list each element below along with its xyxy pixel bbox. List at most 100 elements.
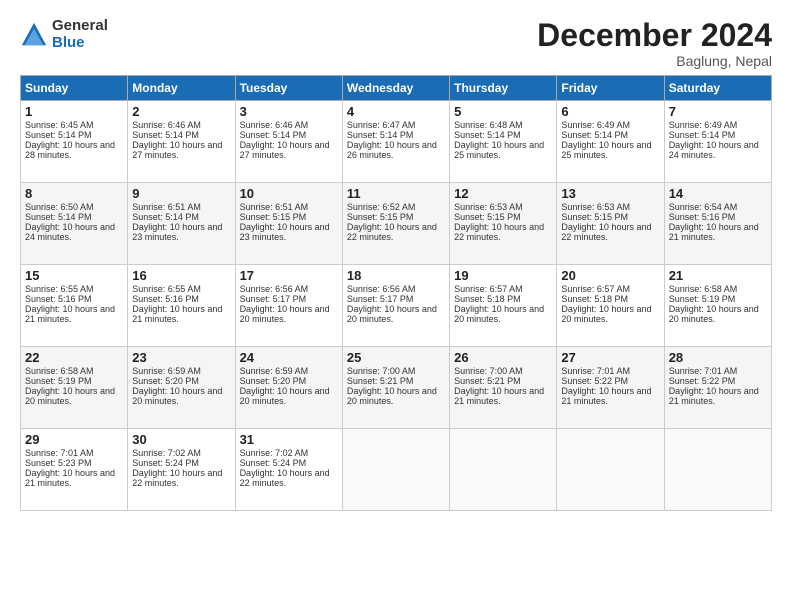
- day-number: 16: [132, 268, 230, 283]
- logo-text: General Blue: [52, 18, 108, 51]
- day-number: 25: [347, 350, 445, 365]
- daylight-label: Daylight: 10 hours and 20 minutes.: [240, 386, 330, 406]
- daylight-label: Daylight: 10 hours and 25 minutes.: [454, 140, 544, 160]
- sunset: Sunset: 5:15 PM: [347, 212, 414, 222]
- calendar-cell: 26Sunrise: 7:00 AMSunset: 5:21 PMDayligh…: [450, 347, 557, 429]
- sunset: Sunset: 5:17 PM: [347, 294, 414, 304]
- calendar-cell: [664, 429, 771, 511]
- daylight-label: Daylight: 10 hours and 22 minutes.: [561, 222, 651, 242]
- sunset: Sunset: 5:19 PM: [25, 376, 92, 386]
- daylight-label: Daylight: 10 hours and 20 minutes.: [669, 304, 759, 324]
- calendar-week-4: 22Sunrise: 6:58 AMSunset: 5:19 PMDayligh…: [21, 347, 772, 429]
- sunrise: Sunrise: 7:02 AM: [240, 448, 309, 458]
- logo-general: General: [52, 18, 108, 35]
- sunrise: Sunrise: 6:49 AM: [669, 120, 738, 130]
- daylight-label: Daylight: 10 hours and 23 minutes.: [240, 222, 330, 242]
- calendar-cell: 9Sunrise: 6:51 AMSunset: 5:14 PMDaylight…: [128, 183, 235, 265]
- sunrise: Sunrise: 7:01 AM: [669, 366, 738, 376]
- day-number: 11: [347, 186, 445, 201]
- sunset: Sunset: 5:20 PM: [132, 376, 199, 386]
- day-number: 1: [25, 104, 123, 119]
- day-number: 13: [561, 186, 659, 201]
- calendar-week-5: 29Sunrise: 7:01 AMSunset: 5:23 PMDayligh…: [21, 429, 772, 511]
- sunset: Sunset: 5:15 PM: [240, 212, 307, 222]
- daylight-label: Daylight: 10 hours and 27 minutes.: [132, 140, 222, 160]
- calendar-week-3: 15Sunrise: 6:55 AMSunset: 5:16 PMDayligh…: [21, 265, 772, 347]
- day-number: 29: [25, 432, 123, 447]
- col-tuesday: Tuesday: [235, 76, 342, 101]
- day-number: 6: [561, 104, 659, 119]
- sunrise: Sunrise: 7:00 AM: [454, 366, 523, 376]
- sunset: Sunset: 5:21 PM: [347, 376, 414, 386]
- calendar-week-1: 1Sunrise: 6:45 AMSunset: 5:14 PMDaylight…: [21, 101, 772, 183]
- day-number: 14: [669, 186, 767, 201]
- daylight-label: Daylight: 10 hours and 21 minutes.: [454, 386, 544, 406]
- daylight-label: Daylight: 10 hours and 22 minutes.: [240, 468, 330, 488]
- calendar-cell: 11Sunrise: 6:52 AMSunset: 5:15 PMDayligh…: [342, 183, 449, 265]
- sunrise: Sunrise: 6:50 AM: [25, 202, 94, 212]
- sunset: Sunset: 5:18 PM: [454, 294, 521, 304]
- month-title: December 2024: [537, 18, 772, 53]
- sunset: Sunset: 5:14 PM: [132, 212, 199, 222]
- daylight-label: Daylight: 10 hours and 20 minutes.: [454, 304, 544, 324]
- calendar-cell: 7Sunrise: 6:49 AMSunset: 5:14 PMDaylight…: [664, 101, 771, 183]
- sunrise: Sunrise: 6:59 AM: [240, 366, 309, 376]
- sunset: Sunset: 5:23 PM: [25, 458, 92, 468]
- sunset: Sunset: 5:24 PM: [240, 458, 307, 468]
- sunset: Sunset: 5:14 PM: [132, 130, 199, 140]
- header-row: Sunday Monday Tuesday Wednesday Thursday…: [21, 76, 772, 101]
- page: General Blue December 2024 Baglung, Nepa…: [0, 0, 792, 521]
- title-area: December 2024 Baglung, Nepal: [537, 18, 772, 69]
- day-number: 20: [561, 268, 659, 283]
- daylight-label: Daylight: 10 hours and 24 minutes.: [25, 222, 115, 242]
- sunrise: Sunrise: 6:52 AM: [347, 202, 416, 212]
- col-thursday: Thursday: [450, 76, 557, 101]
- col-monday: Monday: [128, 76, 235, 101]
- calendar-cell: [342, 429, 449, 511]
- col-saturday: Saturday: [664, 76, 771, 101]
- sunrise: Sunrise: 6:59 AM: [132, 366, 201, 376]
- col-friday: Friday: [557, 76, 664, 101]
- calendar-cell: 19Sunrise: 6:57 AMSunset: 5:18 PMDayligh…: [450, 265, 557, 347]
- daylight-label: Daylight: 10 hours and 20 minutes.: [240, 304, 330, 324]
- day-number: 3: [240, 104, 338, 119]
- sunrise: Sunrise: 7:02 AM: [132, 448, 201, 458]
- col-wednesday: Wednesday: [342, 76, 449, 101]
- daylight-label: Daylight: 10 hours and 22 minutes.: [454, 222, 544, 242]
- sunset: Sunset: 5:16 PM: [132, 294, 199, 304]
- day-number: 22: [25, 350, 123, 365]
- sunset: Sunset: 5:14 PM: [25, 130, 92, 140]
- sunset: Sunset: 5:14 PM: [25, 212, 92, 222]
- daylight-label: Daylight: 10 hours and 25 minutes.: [561, 140, 651, 160]
- day-number: 5: [454, 104, 552, 119]
- sunset: Sunset: 5:16 PM: [669, 212, 736, 222]
- day-number: 18: [347, 268, 445, 283]
- day-number: 30: [132, 432, 230, 447]
- sunset: Sunset: 5:15 PM: [561, 212, 628, 222]
- daylight-label: Daylight: 10 hours and 22 minutes.: [132, 468, 222, 488]
- sunset: Sunset: 5:20 PM: [240, 376, 307, 386]
- sunrise: Sunrise: 6:57 AM: [454, 284, 523, 294]
- day-number: 27: [561, 350, 659, 365]
- sunrise: Sunrise: 6:58 AM: [669, 284, 738, 294]
- daylight-label: Daylight: 10 hours and 27 minutes.: [240, 140, 330, 160]
- day-number: 17: [240, 268, 338, 283]
- sunset: Sunset: 5:14 PM: [454, 130, 521, 140]
- logo: General Blue: [20, 18, 108, 51]
- sunrise: Sunrise: 7:01 AM: [561, 366, 630, 376]
- calendar-cell: 3Sunrise: 6:46 AMSunset: 5:14 PMDaylight…: [235, 101, 342, 183]
- day-number: 9: [132, 186, 230, 201]
- day-number: 15: [25, 268, 123, 283]
- sunset: Sunset: 5:14 PM: [240, 130, 307, 140]
- location: Baglung, Nepal: [537, 53, 772, 69]
- sunrise: Sunrise: 7:00 AM: [347, 366, 416, 376]
- daylight-label: Daylight: 10 hours and 20 minutes.: [132, 386, 222, 406]
- calendar-cell: 18Sunrise: 6:56 AMSunset: 5:17 PMDayligh…: [342, 265, 449, 347]
- daylight-label: Daylight: 10 hours and 20 minutes.: [561, 304, 651, 324]
- sunrise: Sunrise: 6:53 AM: [454, 202, 523, 212]
- calendar-cell: 4Sunrise: 6:47 AMSunset: 5:14 PMDaylight…: [342, 101, 449, 183]
- daylight-label: Daylight: 10 hours and 21 minutes.: [132, 304, 222, 324]
- day-number: 24: [240, 350, 338, 365]
- sunrise: Sunrise: 6:56 AM: [347, 284, 416, 294]
- sunrise: Sunrise: 6:57 AM: [561, 284, 630, 294]
